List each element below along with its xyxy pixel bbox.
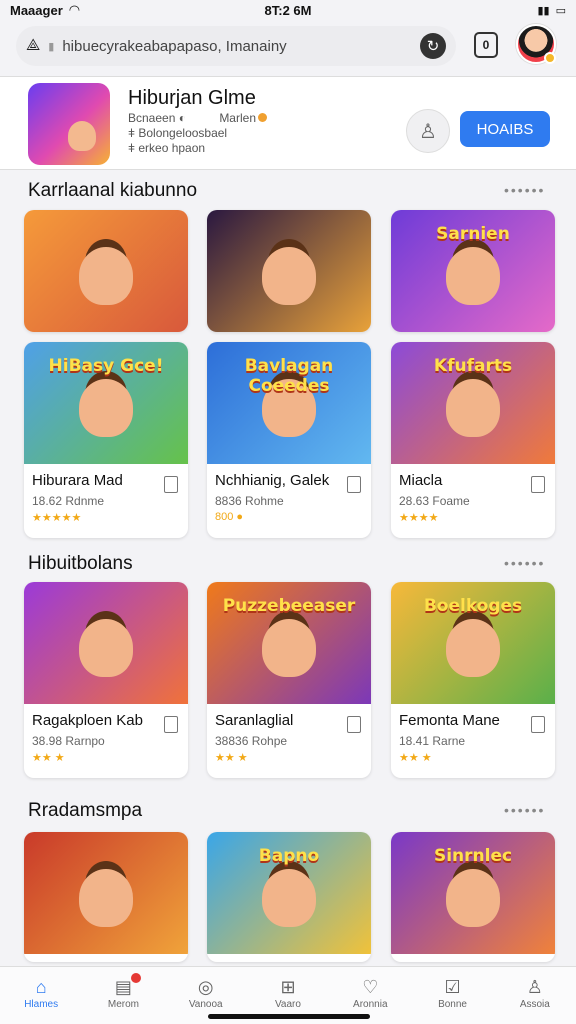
reload-icon[interactable]: ↻ xyxy=(420,33,446,59)
game-rating: 800 ● xyxy=(215,511,244,523)
thumbnail-title-art: Puzzebeeaser xyxy=(222,596,356,616)
heart-icon: ♡ xyxy=(362,977,379,997)
check-box-icon: ☑ xyxy=(444,977,461,997)
game-card[interactable]: Sinrnlec xyxy=(391,832,555,962)
meta-line3-icon: ǂ xyxy=(128,141,136,155)
bookmark-icon[interactable] xyxy=(347,476,361,493)
nav-label: Vanooa xyxy=(188,999,223,1010)
info-icon: ◐ xyxy=(178,111,186,125)
profile-avatar[interactable] xyxy=(516,24,556,64)
status-right: ▮▮ ▭ xyxy=(537,4,566,17)
thumbnail-title-art: Sarnien xyxy=(436,224,510,244)
game-card[interactable]: Bavlagan Coeedes Nchhianig, Galek 8836 Roh… xyxy=(207,342,371,538)
game-rating: ★★ ★ xyxy=(215,752,248,764)
more-dots-icon[interactable]: •••••• xyxy=(504,802,545,818)
game-card[interactable]: Kfufarts Miacla 28.63 Foame ★★★★ xyxy=(391,342,555,538)
thumbnail-title-art: Kfufarts xyxy=(433,356,513,376)
clock: 8T:2 6M xyxy=(264,2,312,18)
app-title: Hiburjan Glme xyxy=(128,87,256,109)
bookmark-icon[interactable] xyxy=(164,716,178,733)
section-title: Rradamsmpa xyxy=(28,800,143,821)
app-meta: Bcnaeen ◐ Marlen ǂ Bolongeloosbael ǂ erk… xyxy=(128,111,267,156)
section-title: Hibuitbolans xyxy=(28,553,133,574)
game-rating: ★★★★ xyxy=(399,512,439,524)
site-icon: ⟁ xyxy=(26,37,41,54)
game-rating: ★★★★★ xyxy=(32,512,82,524)
nav-item-inbox[interactable]: ▤ Merom xyxy=(82,967,164,1024)
url-text[interactable]: hibuecyrakeabapapaso, Imanainy xyxy=(62,38,412,55)
thumbnail-title-art: Bapno xyxy=(258,846,320,866)
home-icon: ⌂ xyxy=(35,977,47,997)
install-button[interactable]: HOAIBS xyxy=(460,111,550,147)
game-thumbnail[interactable]: Boelkoges xyxy=(391,582,555,704)
game-thumbnail[interactable]: Kfufarts xyxy=(391,342,555,464)
signal-icon: ▮▮ xyxy=(537,4,550,17)
thumbnail-title-art: Bavlagan Coeedes xyxy=(244,356,334,396)
nav-label: Bonne xyxy=(438,999,467,1010)
meta-line2: Bolongeloosbael xyxy=(138,126,228,140)
app-header-card: Hiburjan Glme Bcnaeen ◐ Marlen ǂ Bolonge… xyxy=(0,76,576,170)
status-bar: Maaager ◠ 8T:2 6M ▮▮ ▭ xyxy=(0,0,576,20)
game-thumbnail[interactable]: Sinrnlec xyxy=(391,832,555,954)
bookmark-icon[interactable] xyxy=(347,716,361,733)
nav-label: Vaaro xyxy=(275,999,301,1010)
game-card[interactable]: Sarnien xyxy=(391,210,555,332)
game-rating: ★★ ★ xyxy=(399,752,432,764)
game-card[interactable]: HiBasy Gce! Hiburara Mad 18.62 Rdnme ★★★★★ xyxy=(24,342,188,538)
bookmark-icon[interactable] xyxy=(164,476,178,493)
meta-category: Marlen xyxy=(219,111,256,125)
battery-icon: ▭ xyxy=(555,4,566,17)
bookmark-icon[interactable] xyxy=(531,716,545,733)
game-card[interactable] xyxy=(24,832,188,962)
game-thumbnail[interactable]: HiBasy Gce! xyxy=(24,342,188,464)
nav-item-home[interactable]: ⌂ Hlames xyxy=(0,967,82,1024)
lock-icon: ▮ xyxy=(48,40,55,53)
plus-box-icon: ⊞ xyxy=(280,977,296,997)
game-rating: ★★ ★ xyxy=(32,752,65,764)
notification-badge xyxy=(131,973,142,983)
game-card[interactable] xyxy=(24,210,188,332)
notification-dot xyxy=(544,52,556,64)
user-icon[interactable]: ♙ xyxy=(406,109,450,153)
game-thumbnail[interactable] xyxy=(24,582,188,704)
game-card[interactable] xyxy=(207,210,371,332)
wifi-icon: ◠ xyxy=(68,2,81,17)
thumbnail-title-art: Sinrnlec xyxy=(433,846,513,866)
thumbnail-title-art: HiBasy Gce! xyxy=(48,356,164,376)
game-thumbnail[interactable] xyxy=(24,210,188,332)
inbox-icon: ▤ xyxy=(114,977,132,997)
bookmark-icon[interactable] xyxy=(531,476,545,493)
nav-label: Hlames xyxy=(24,999,59,1010)
app-icon xyxy=(28,83,110,165)
nav-label: Assoia xyxy=(519,999,550,1010)
meta-line2-icon: ǂ xyxy=(128,126,136,140)
game-thumbnail[interactable] xyxy=(24,832,188,954)
more-dots-icon[interactable]: •••••• xyxy=(504,182,545,198)
nav-label: Aronnia xyxy=(353,999,388,1010)
rating-dot-icon xyxy=(258,113,267,122)
home-indicator xyxy=(208,1014,370,1019)
nav-item-person[interactable]: ♙ Assoia xyxy=(494,967,576,1024)
more-dots-icon[interactable]: •••••• xyxy=(504,555,545,571)
game-thumbnail[interactable]: Puzzebeeaser xyxy=(207,582,371,704)
person-icon: ♙ xyxy=(526,977,543,997)
compass-icon: ◎ xyxy=(197,977,214,997)
carrier-label: Maaager xyxy=(10,2,63,18)
game-thumbnail[interactable] xyxy=(207,210,371,332)
nav-item-check-box[interactable]: ☑ Bonne xyxy=(411,967,493,1024)
thumbnail-title-art: Boelkoges xyxy=(423,596,523,616)
game-thumbnail[interactable]: Sarnien xyxy=(391,210,555,332)
game-card[interactable]: Boelkoges Femonta Mane 18.41 Rarne ★★ ★ xyxy=(391,582,555,778)
address-bar[interactable]: ⟁ ▮ hibuecyrakeabapapaso, Imanainy ↻ xyxy=(16,26,456,66)
meta-line3: erkeo hpaon xyxy=(138,141,206,155)
section-title: Karrlaanal kiabunno xyxy=(28,180,198,201)
nav-label: Merom xyxy=(107,999,139,1010)
game-card[interactable]: Bapno xyxy=(207,832,371,962)
game-card[interactable]: Puzzebeeaser Saranlaglial 38836 Rohpe ★★ ★ xyxy=(207,582,371,778)
meta-developer: Bcnaeen xyxy=(128,111,176,125)
game-thumbnail[interactable]: Bapno xyxy=(207,832,371,954)
tabs-button[interactable]: 0 xyxy=(474,32,498,58)
game-card[interactable]: Ragakploen Kab 38.98 Rarnpo ★★ ★ xyxy=(24,582,188,778)
game-thumbnail[interactable]: Bavlagan Coeedes xyxy=(207,342,371,464)
